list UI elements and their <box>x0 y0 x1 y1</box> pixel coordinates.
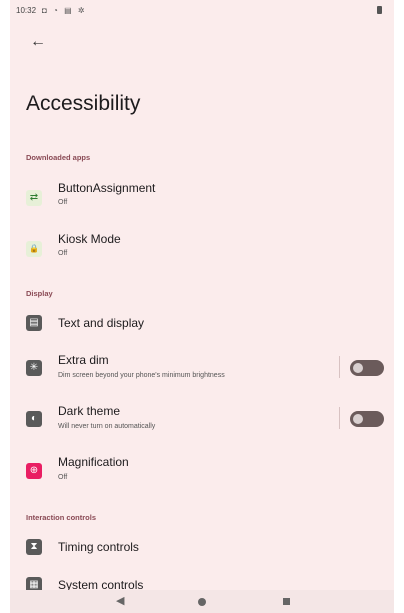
extra-dim-toggle[interactable] <box>350 360 384 376</box>
item-extra-dim[interactable]: ✳ Extra dim Dim screen beyond your phone… <box>10 350 394 390</box>
item-magnification[interactable]: ⊕ Magnification Off <box>10 452 394 492</box>
status-time: 10:32 <box>16 6 37 15</box>
item-dark-theme[interactable]: ◐ Dark theme Will never turn on automati… <box>10 401 394 441</box>
status-icons: ◘ ◔ ▤ ✲ <box>42 6 87 15</box>
item-title: ButtonAssignment <box>58 181 156 195</box>
item-subtitle: Dim screen beyond your phone's minimum b… <box>58 372 225 379</box>
page-title: Accessibility <box>26 92 141 115</box>
dark-theme-icon: ◐ <box>26 411 42 427</box>
timing-icon: ⧗ <box>26 539 42 555</box>
item-subtitle: Will never turn on automatically <box>58 423 156 430</box>
lock-icon: 🔒 <box>26 241 42 257</box>
item-text-and-display[interactable]: ▤ Text and display <box>10 308 394 348</box>
item-title: Dark theme <box>58 404 121 418</box>
item-title: Kiosk Mode <box>58 232 121 246</box>
toggle-knob <box>353 414 363 424</box>
toggle-knob <box>353 363 363 373</box>
settings-screen: 10:32 ◘ ◔ ▤ ✲ ← Accessibility Downloaded… <box>10 0 394 613</box>
item-title: Extra dim <box>58 353 109 367</box>
item-timing-controls[interactable]: ⧗ Timing controls <box>10 533 394 573</box>
back-arrow-icon[interactable]: ← <box>26 30 50 54</box>
section-header-downloaded-apps: Downloaded apps <box>26 153 91 162</box>
navigation-bar: ◀ <box>10 590 394 613</box>
nav-home-icon[interactable] <box>198 598 206 606</box>
magnifier-icon: ⊕ <box>26 463 42 479</box>
swap-icon: ⇄ <box>26 190 42 206</box>
item-kiosk-mode[interactable]: 🔒 Kiosk Mode Off <box>10 229 394 269</box>
item-title: Timing controls <box>58 540 139 554</box>
battery-icon <box>377 6 382 14</box>
divider <box>339 407 340 429</box>
status-bar: 10:32 ◘ ◔ ▤ ✲ <box>10 0 394 22</box>
item-button-assignment[interactable]: ⇄ ButtonAssignment Off <box>10 178 394 218</box>
item-title: Text and display <box>58 316 145 330</box>
text-display-icon: ▤ <box>26 315 42 331</box>
dark-theme-toggle[interactable] <box>350 411 384 427</box>
item-subtitle: Off <box>58 199 68 206</box>
nav-recents-icon[interactable] <box>283 598 290 605</box>
item-title: Magnification <box>58 455 129 469</box>
section-header-interaction-controls: Interaction controls <box>26 513 97 522</box>
nav-back-icon[interactable]: ◀ <box>116 594 124 607</box>
divider <box>339 356 340 378</box>
item-subtitle: Off <box>58 474 68 481</box>
extra-dim-icon: ✳ <box>26 360 42 376</box>
section-header-display: Display <box>26 289 53 298</box>
item-subtitle: Off <box>58 250 68 257</box>
